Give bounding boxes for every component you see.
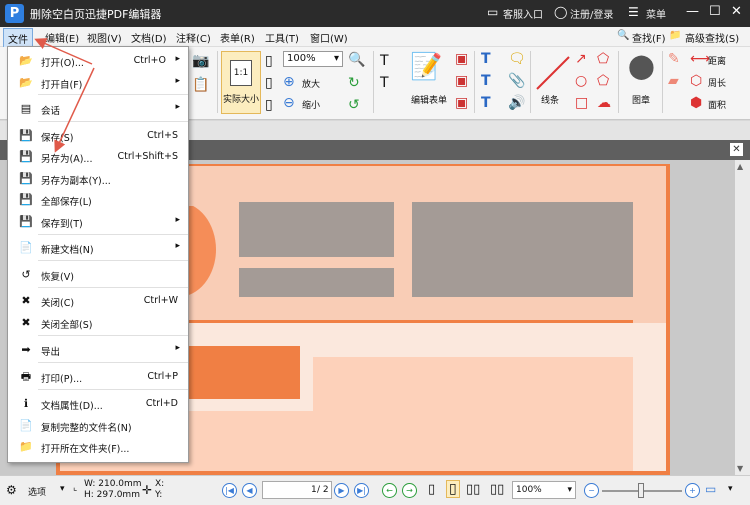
annotation-arrow-save-as	[54, 67, 95, 153]
continuous-page-icon[interactable]: ▯	[446, 480, 460, 498]
crosshair-icon: ✛	[142, 483, 153, 497]
fullscreen-icon[interactable]: ▭	[705, 482, 716, 496]
first-page-button[interactable]: |◀	[222, 483, 237, 498]
page-number-input[interactable]: 1 / 2	[262, 481, 332, 499]
zoom-slider-handle[interactable]	[638, 483, 644, 498]
back-button[interactable]: ←	[382, 483, 397, 498]
single-page-icon[interactable]: ▯	[428, 482, 435, 497]
annotation-arrows	[34, 38, 95, 153]
gear-icon[interactable]: ⚙	[6, 483, 17, 497]
page-height-readout: H: 297.0mm	[84, 490, 140, 500]
page-width-readout: W: 210.0mm	[84, 479, 142, 489]
chevron-down-icon: ▾	[567, 485, 572, 495]
facing-page-icon[interactable]: ▯▯	[466, 482, 480, 497]
zoom-out-button[interactable]: −	[584, 483, 599, 498]
continuous-facing-icon[interactable]: ▯▯	[490, 482, 504, 497]
zoom-in-button[interactable]: +	[685, 483, 700, 498]
chevron-down-icon[interactable]: ▾	[728, 484, 733, 494]
previous-page-button[interactable]: ◀	[242, 483, 257, 498]
status-zoom-select[interactable]: 100% ▾	[512, 481, 576, 499]
y-coordinate-readout: Y:	[155, 490, 163, 500]
x-coordinate-readout: X:	[155, 479, 165, 489]
last-page-button[interactable]: ▶|	[354, 483, 369, 498]
forward-button[interactable]: →	[402, 483, 417, 498]
chevron-down-icon[interactable]: ▾	[60, 484, 65, 494]
dimension-icon: ⌞	[73, 483, 78, 493]
total-pages: / 2	[317, 485, 329, 495]
current-page: 1	[311, 485, 317, 495]
annotation-arrow-file	[34, 38, 93, 65]
status-zoom-value: 100%	[516, 485, 542, 495]
options-button[interactable]: 选项	[28, 485, 46, 498]
status-bar: ⚙ 选项 ▾ ⌞ W: 210.0mm H: 297.0mm ✛ X: Y: |…	[0, 475, 750, 505]
next-page-button[interactable]: ▶	[334, 483, 349, 498]
